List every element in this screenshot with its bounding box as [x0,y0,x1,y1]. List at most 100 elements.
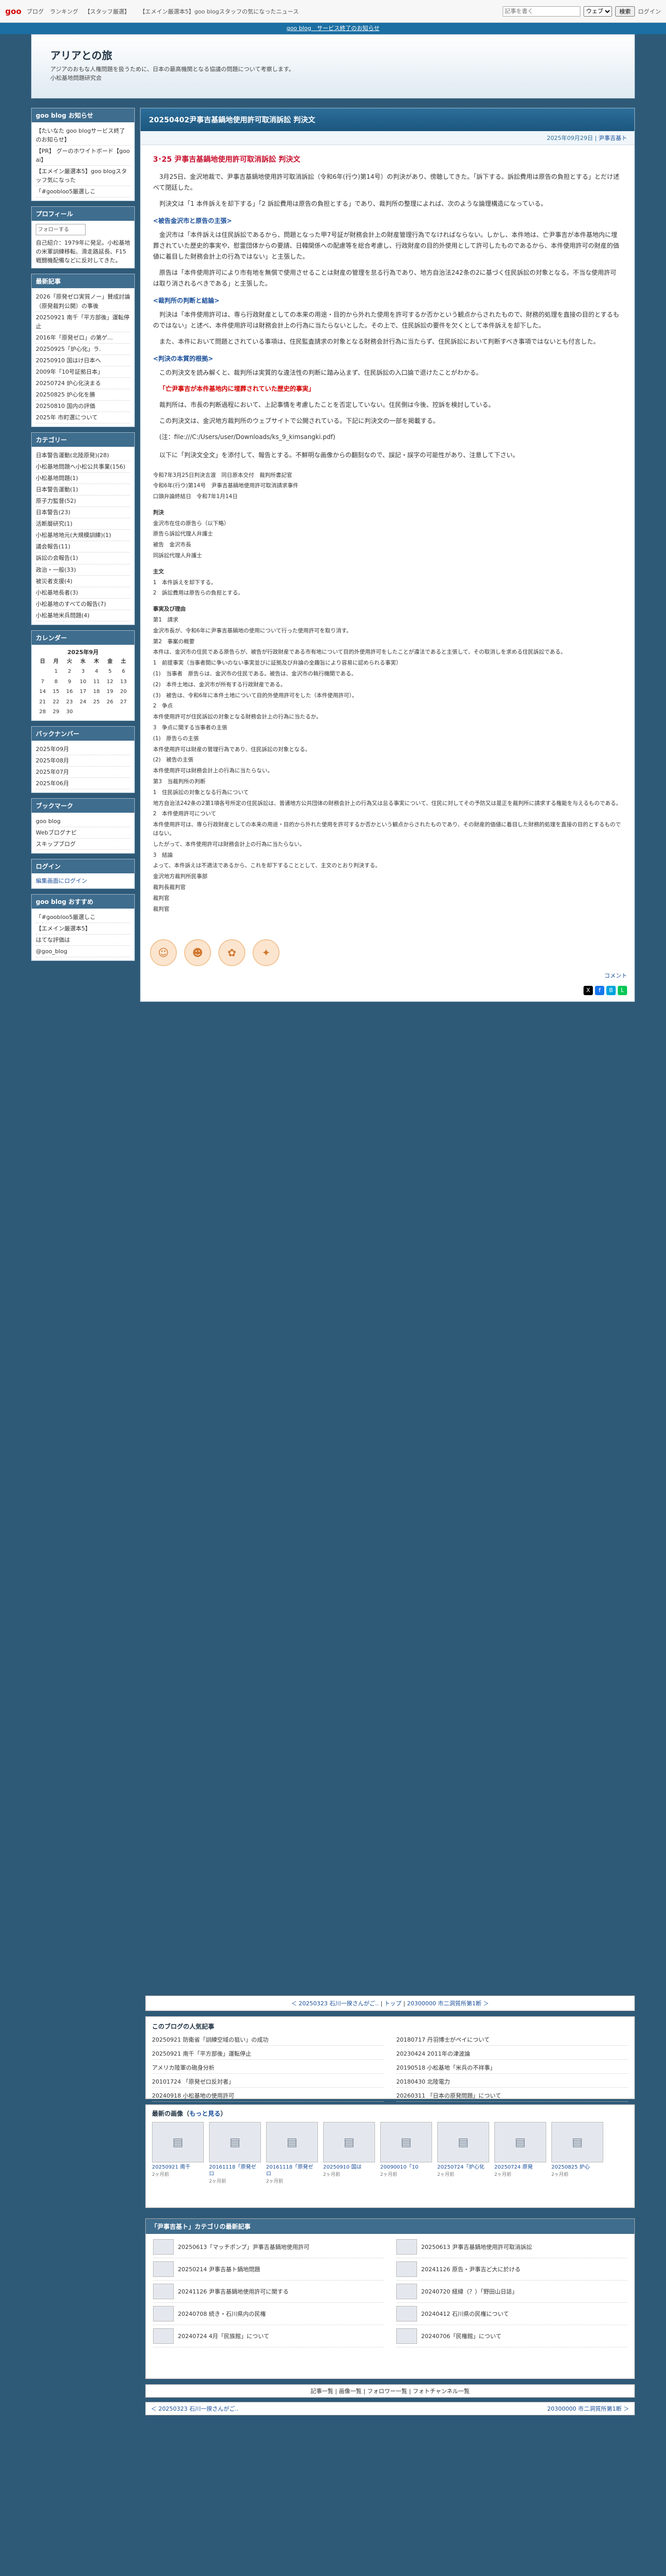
calendar-day[interactable]: 28 [36,707,49,717]
category-article[interactable]: 20240706「民権館」について [396,2328,627,2347]
category-item[interactable]: 小松基地長者(3) [36,587,130,599]
x-share-icon[interactable]: X [584,986,593,996]
facebook-share-icon[interactable]: f [595,986,604,996]
image-thumb[interactable]: ▤ 20161118「原発ゼロ 2ヶ月前 [209,2122,261,2184]
calendar-day[interactable]: 10 [76,677,90,687]
login-link[interactable]: ログイン [638,7,661,16]
popular-post-link[interactable]: 20180430 北陸電力 [396,2076,628,2088]
category-item[interactable]: 訴訟の会報告(1) [36,553,130,564]
sticker-icon[interactable]: ☺ [150,939,177,967]
calendar-day[interactable]: 3 [76,667,90,677]
category-item[interactable]: 議会報告(11) [36,541,130,553]
nav-ranking[interactable]: ランキング [50,8,78,15]
comment-link[interactable]: コメント [604,972,627,979]
recent-post-item[interactable]: 20250724 炉心化決まる [36,378,130,389]
recent-post-item[interactable]: 20250825 炉心化を勝 [36,389,130,401]
popular-post-link[interactable]: 20180717 丹羽博士がペイについて [396,2034,628,2046]
archive-item[interactable]: 2025年08月 [36,755,130,767]
category-article[interactable]: 20240724 4月「民族館」について [153,2328,384,2347]
calendar-day[interactable]: 23 [63,697,76,707]
recommend-item[interactable]: 【エメイン厳選本5】 [36,923,130,935]
calendar-day[interactable]: 24 [76,697,90,707]
category-article[interactable]: 20250613「マッチポンプ」尹事吉基鍋地使用許可 [153,2239,384,2258]
calendar-day[interactable]: 18 [90,687,103,697]
article-title[interactable]: 20250402尹事吉基鍋地使用許可取消訴訟 判決文 [141,108,634,131]
calendar-day[interactable]: 7 [36,677,49,687]
category-item[interactable]: 小松基地のすべての報告(7) [36,599,130,610]
image-thumb[interactable]: ▤ 20250724 原発 2ヶ月前 [494,2122,546,2184]
recommend-item[interactable]: @goo_blog [36,946,130,958]
calendar-day[interactable]: 20 [117,687,130,697]
search-input[interactable] [503,6,580,17]
category-item[interactable]: 被災者支援(4) [36,576,130,587]
editor-login-link[interactable]: 編集画面にログイン [36,877,87,884]
category-article[interactable]: 20240708 続き・石川県内の民権 [153,2306,384,2325]
category-item[interactable]: 小松基地米兵問題(4) [36,610,130,621]
recent-post-item[interactable]: 20250921 南千「平方部後」運転停止 [36,312,130,332]
category-item[interactable]: 原子力監督(52) [36,496,130,507]
bottom-prev-link[interactable]: ＜ 20250323 石川一揆さんがご.. [151,2404,239,2413]
image-thumb[interactable]: ▤ 20250910 国は 2ヶ月前 [323,2122,375,2184]
recent-post-item[interactable]: 20250910 国はけ日本へ [36,355,130,366]
image-thumb[interactable]: ▤ 20250921 南千 2ヶ月前 [152,2122,204,2184]
archive-item[interactable]: 2025年07月 [36,767,130,778]
bottom-nav[interactable]: 記事一覧 | 画像一覧 | フォロワー一覧 | フォトチャンネル一覧 [145,2384,635,2398]
popular-post-link[interactable]: 20250921 防衛省「訓練空域の狙い」の成功 [152,2034,384,2046]
image-thumb[interactable]: ▤ 20161118「原発ゼロ 2ヶ月前 [266,2122,318,2184]
promo-link[interactable]: goo blog サービス終了のお知らせ [286,25,379,32]
calendar-day[interactable]: 27 [117,697,130,707]
calendar-day[interactable]: 26 [103,697,117,707]
calendar-day[interactable]: 30 [63,707,76,717]
bookmark-item[interactable]: Webブログナビ [36,827,130,839]
recent-post-item[interactable]: 2026「原発ゼロ実質ノー」賛成討論（原発裁判公開）の事後 [36,291,130,312]
recent-post-item[interactable]: 20250810 国内の評価 [36,401,130,412]
calendar-day[interactable]: 25 [90,697,103,707]
popular-post-link[interactable]: 20101724 「原発ゼロ反対者」 [152,2076,384,2088]
category-article[interactable]: 20250613 尹事吉基鍋地使用許可取消訴訟 [396,2239,627,2258]
calendar-day[interactable]: 5 [103,667,117,677]
article-category[interactable]: 尹事吉基ト [599,135,627,141]
search-button[interactable]: 検索 [615,6,635,17]
recommend-item[interactable]: 「#goobloo5厳選しこ [36,912,130,924]
category-article[interactable]: 20241126 原告・尹事吉ど大に於ける [396,2261,627,2281]
calendar-day[interactable]: 4 [90,667,103,677]
calendar-day[interactable]: 15 [49,687,63,697]
category-article[interactable]: 20240412 石川県の民権について [396,2306,627,2325]
calendar-day[interactable]: 21 [36,697,49,707]
sticker-icon[interactable]: ✿ [218,939,245,967]
nav-staff[interactable]: 【スタッフ厳選】 [85,8,130,15]
category-article[interactable]: 20241126 尹事吉基鍋地使用許可に関する [153,2284,384,2303]
more-images-link[interactable]: もっと見る [189,2110,220,2117]
archive-item[interactable]: 2025年06月 [36,778,130,789]
calendar-day[interactable]: 13 [117,677,130,687]
calendar-day[interactable]: 29 [49,707,63,717]
popular-post-link[interactable]: 20190518 小松基地「米兵の不祥事」 [396,2062,628,2074]
recent-post-item[interactable]: 2025年 市町選について [36,412,130,424]
top-news[interactable]: 【エメイン厳選本5】goo blogスタッフの気になったニュース [140,7,497,16]
popular-post-link[interactable]: 20260311 「日本の原発問題」について [396,2090,628,2102]
next-article-link[interactable]: 20300000 市二洞質所第1断 ＞ [407,2000,489,2007]
calendar-day[interactable]: 2 [63,667,76,677]
category-item[interactable]: 日本警告運動(1) [36,484,130,496]
prev-article-link[interactable]: ＜ 20250323 石川一揆さんがご.. [291,2000,379,2007]
category-item[interactable]: 小松基地問題へ小松公共事業(156) [36,461,130,473]
recommend-item[interactable]: はてな評価は [36,935,130,946]
bookmark-item[interactable]: スキップブログ [36,839,130,851]
calendar-day[interactable]: 1 [49,667,63,677]
category-item[interactable]: 日本警告(23) [36,507,130,519]
nav-blog[interactable]: ブログ [26,8,44,15]
search-type-select[interactable]: ウェブ [584,6,612,17]
archive-item[interactable]: 2025年09月 [36,744,130,755]
image-thumb[interactable]: ▤ 20090010「10 2ヶ月前 [380,2122,432,2184]
calendar-day[interactable]: 9 [63,677,76,687]
category-item[interactable]: 政治・一般(33) [36,564,130,576]
news-item[interactable]: 【エメイン厳選本5】goo blogスタッフ気になった [36,166,130,187]
category-article[interactable]: 20240720 経緯（？）「野田山日誌」 [396,2284,627,2303]
popular-post-link[interactable]: アメリカ陸軍の砲身分析 [152,2062,384,2074]
top-link[interactable]: トップ [384,2000,401,2007]
category-article[interactable]: 20250214 尹事吉基ト鍋地問題 [153,2261,384,2281]
calendar-day[interactable]: 11 [90,677,103,687]
news-item[interactable]: 【たいなた goo blogサービス終了のお知らせ】 [36,125,130,146]
calendar-day[interactable]: 22 [49,697,63,707]
calendar-day[interactable]: 19 [103,687,117,697]
